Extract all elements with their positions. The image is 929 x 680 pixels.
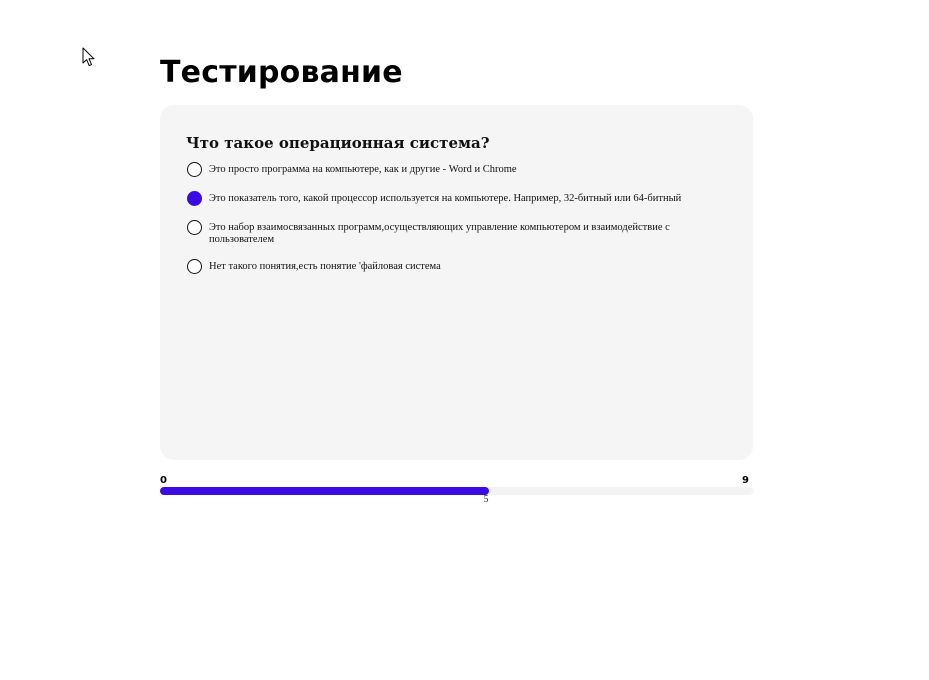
answer-option-1[interactable]: Это просто программа на компьютере, как … [187, 162, 687, 177]
answer-option-2[interactable]: Это показатель того, какой процессор исп… [187, 191, 687, 206]
radio-button[interactable] [187, 191, 202, 206]
question-text: Что такое операционная система? [186, 134, 490, 152]
radio-button[interactable] [187, 220, 202, 235]
mouse-pointer-icon [82, 47, 95, 67]
answer-option-label: Нет такого понятия,есть понятие 'файлова… [209, 261, 441, 272]
progress-bar-fill [160, 487, 489, 495]
answer-option-4[interactable]: Нет такого понятия,есть понятие 'файлова… [187, 259, 687, 274]
answer-option-label: Это набор взаимосвязанных программ,осуще… [209, 222, 670, 245]
answer-option-label: Это показатель того, какой процессор исп… [209, 193, 682, 204]
answer-option-label: Это просто программа на компьютере, как … [209, 164, 517, 175]
progress-min-label: 0 [160, 475, 167, 486]
radio-button[interactable] [187, 162, 202, 177]
radio-button[interactable] [187, 259, 202, 274]
quiz-card: Что такое операционная система? Это прос… [160, 105, 753, 460]
page-title: Тестирование [160, 55, 403, 90]
progress-value-label: 5 [483, 494, 489, 505]
progress-max-label: 9 [742, 475, 749, 486]
progress-bar [160, 487, 753, 495]
answer-option-3[interactable]: Это набор взаимосвязанных программ,осуще… [187, 220, 687, 246]
